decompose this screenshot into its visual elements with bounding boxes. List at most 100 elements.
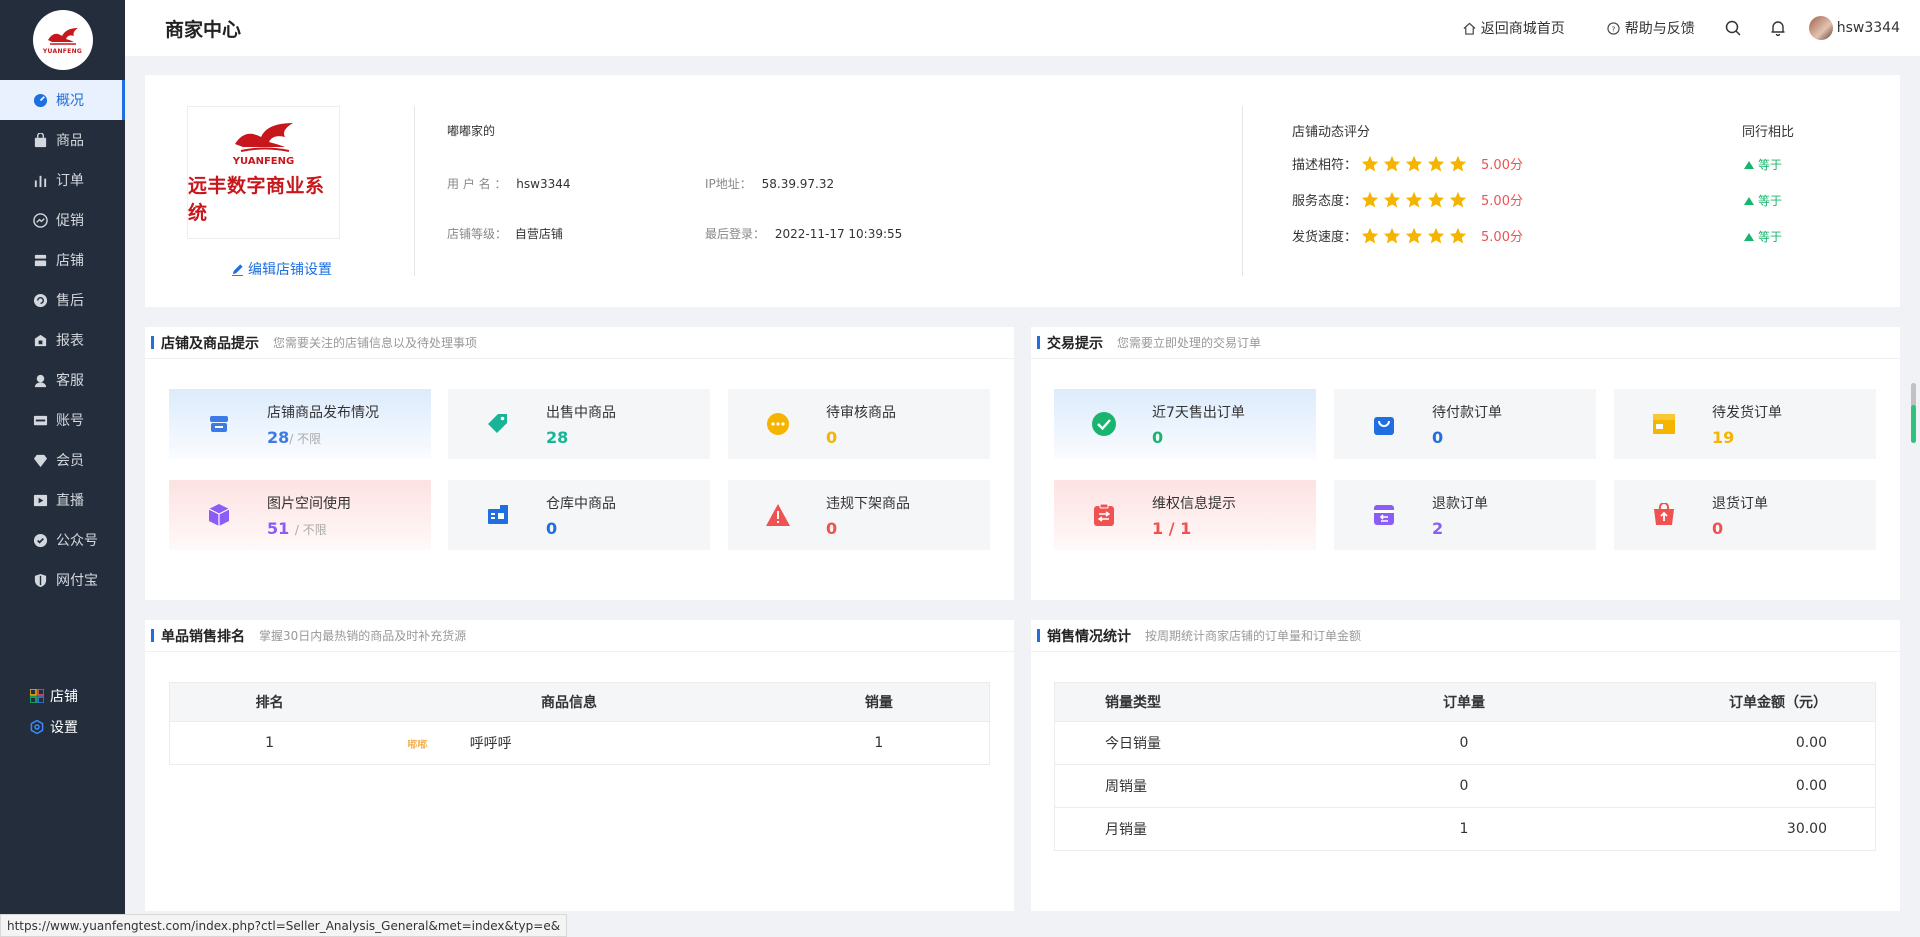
card-pending-review[interactable]: 待审核商品 0 bbox=[728, 389, 990, 459]
pegasus-logo-icon bbox=[234, 123, 293, 152]
return-cart-icon bbox=[1650, 501, 1678, 529]
trade-tips-panel: 交易提示 您需要立即处理的交易订单 近7天售出订单 0 待付款订单 0 待发货订… bbox=[1031, 327, 1900, 600]
card-pending-payment[interactable]: 待付款订单 0 bbox=[1334, 389, 1596, 459]
sidebar-bottom-settings[interactable]: 设置 bbox=[0, 711, 125, 742]
last-login-label: 最后登录： bbox=[705, 227, 766, 241]
sidebar-item-label: 报表 bbox=[56, 333, 84, 349]
card-value: 51 bbox=[267, 518, 290, 538]
rating-row-service: 服务态度： 5.00分 bbox=[1292, 190, 1523, 209]
sales-type-cell: 今日销量 bbox=[1054, 721, 1325, 765]
section-accent-bar bbox=[151, 629, 154, 642]
tag-icon bbox=[484, 410, 512, 438]
sidebar: YUANFENG 概况 商品 订单 促销 店铺 售后 报表 客服 账号 会员 直… bbox=[0, 0, 125, 937]
star-icon bbox=[1427, 191, 1445, 207]
star-rating bbox=[1361, 191, 1471, 209]
sidebar-item-label: 售后 bbox=[56, 293, 84, 309]
card-violation[interactable]: 违规下架商品 0 bbox=[728, 480, 990, 550]
star-icon bbox=[1427, 227, 1445, 243]
section-desc: 您需要立即处理的交易订单 bbox=[1117, 336, 1262, 350]
sales-cell: 1 bbox=[768, 721, 990, 765]
bell-icon[interactable] bbox=[1771, 20, 1785, 36]
rating-label: 服务态度： bbox=[1292, 194, 1358, 209]
search-icon[interactable] bbox=[1725, 20, 1741, 36]
sidebar-item-report[interactable]: 报表 bbox=[0, 320, 125, 360]
sidebar-item-store[interactable]: 店铺 bbox=[0, 240, 125, 280]
edit-shop-settings-label: 编辑店铺设置 bbox=[248, 262, 332, 278]
user-menu[interactable]: hsw3344 bbox=[1808, 16, 1900, 40]
help-feedback-link[interactable]: ? 帮助与反馈 bbox=[1607, 18, 1695, 38]
table-header-row: 销量类型 订单量 订单金额（元） bbox=[1054, 682, 1876, 722]
section-header: 店铺及商品提示 您需要关注的店铺信息以及待处理事项 bbox=[145, 327, 1014, 359]
grid-icon bbox=[30, 688, 44, 703]
username-value: hsw3344 bbox=[516, 177, 571, 191]
edit-shop-settings-link[interactable]: 编辑店铺设置 bbox=[231, 259, 332, 279]
rating-label: 描述相符： bbox=[1292, 158, 1358, 173]
table-row[interactable]: 1 嘟嘟 呼呼呼 1 bbox=[169, 721, 990, 765]
package-icon bbox=[1650, 410, 1678, 438]
compare-value: 等于 bbox=[1758, 194, 1783, 208]
brand-logo[interactable]: YUANFENG bbox=[32, 10, 93, 70]
card-sub: / 不限 bbox=[294, 522, 327, 537]
product-name[interactable]: 呼呼呼 bbox=[470, 736, 512, 752]
card-value: 0 bbox=[826, 518, 838, 538]
card-image-space[interactable]: 图片空间使用 51 / 不限 bbox=[169, 480, 431, 550]
card-title: 出售中商品 bbox=[546, 404, 616, 421]
section-accent-bar bbox=[1037, 629, 1040, 642]
card-return-orders[interactable]: 退货订单 0 bbox=[1614, 480, 1876, 550]
rating-label: 发货速度： bbox=[1292, 230, 1358, 245]
sidebar-item-account[interactable]: 账号 bbox=[0, 400, 125, 440]
sidebar-item-label: 公众号 bbox=[56, 533, 98, 549]
ip-label: IP地址： bbox=[705, 177, 752, 191]
compare-value: 等于 bbox=[1758, 230, 1783, 244]
sidebar-item-member[interactable]: 会员 bbox=[0, 440, 125, 480]
compare-description: 等于 bbox=[1744, 156, 1782, 173]
aftersale-icon bbox=[32, 292, 48, 308]
card-rights-info[interactable]: 维权信息提示 1 / 1 bbox=[1054, 480, 1316, 550]
order-amount-cell: 0.00 bbox=[1603, 721, 1876, 765]
star-icon bbox=[1449, 155, 1467, 171]
card-sold-7days[interactable]: 近7天售出订单 0 bbox=[1054, 389, 1316, 459]
account-icon bbox=[32, 412, 48, 428]
card-value: 28 bbox=[546, 427, 569, 447]
sidebar-item-wangfubao[interactable]: 网付宝 bbox=[0, 560, 125, 600]
ip-value: 58.39.97.32 bbox=[761, 177, 835, 191]
compare-value: 等于 bbox=[1758, 158, 1783, 172]
home-icon bbox=[1463, 22, 1476, 35]
section-header: 销售情况统计 按周期统计商家店铺的订单量和订单金额 bbox=[1031, 620, 1900, 652]
star-icon bbox=[1383, 227, 1401, 243]
star-icon bbox=[1427, 155, 1445, 171]
help-feedback-label: 帮助与反馈 bbox=[1624, 21, 1695, 37]
card-shop-products[interactable]: 店铺商品发布情况 28/ 不限 bbox=[169, 389, 431, 459]
sidebar-item-overview[interactable]: 概况 bbox=[0, 80, 125, 120]
card-title: 图片空间使用 bbox=[267, 495, 351, 512]
card-title: 近7天售出订单 bbox=[1152, 404, 1245, 421]
star-icon bbox=[1405, 155, 1423, 171]
sidebar-item-official-account[interactable]: 公众号 bbox=[0, 520, 125, 560]
sidebar-bottom-store[interactable]: 店铺 bbox=[0, 680, 125, 711]
card-warehouse[interactable]: 仓库中商品 0 bbox=[448, 480, 710, 550]
rank-cell: 1 bbox=[169, 721, 370, 765]
card-pending-shipment[interactable]: 待发货订单 19 bbox=[1614, 389, 1876, 459]
sidebar-item-products[interactable]: 商品 bbox=[0, 120, 125, 160]
sidebar-item-live[interactable]: 直播 bbox=[0, 480, 125, 520]
sidebar-item-customer-service[interactable]: 客服 bbox=[0, 360, 125, 400]
back-home-link[interactable]: 返回商城首页 bbox=[1463, 18, 1565, 38]
card-refund-orders[interactable]: 退款订单 2 bbox=[1334, 480, 1596, 550]
rating-score: 5.00分 bbox=[1481, 158, 1523, 173]
diamond-icon bbox=[32, 452, 48, 468]
sidebar-item-orders[interactable]: 订单 bbox=[0, 160, 125, 200]
rating-row-shipping: 发货速度： 5.00分 bbox=[1292, 226, 1523, 245]
warehouse-icon bbox=[484, 501, 512, 529]
rating-row-description: 描述相符： 5.00分 bbox=[1292, 154, 1523, 173]
section-title: 交易提示 bbox=[1047, 335, 1103, 352]
sidebar-item-promotion[interactable]: 促销 bbox=[0, 200, 125, 240]
card-title: 退款订单 bbox=[1432, 495, 1488, 512]
sidebar-item-aftersale[interactable]: 售后 bbox=[0, 280, 125, 320]
level-value: 自营店铺 bbox=[514, 227, 563, 241]
sidebar-bottom-label: 设置 bbox=[50, 719, 78, 736]
product-cell: 嘟嘟 呼呼呼 bbox=[369, 721, 769, 765]
card-value: 28 bbox=[267, 427, 290, 447]
shop-tips-panel: 店铺及商品提示 您需要关注的店铺信息以及待处理事项 店铺商品发布情况 28/ 不… bbox=[145, 327, 1014, 600]
card-on-sale[interactable]: 出售中商品 28 bbox=[448, 389, 710, 459]
sales-type-cell: 周销量 bbox=[1054, 764, 1325, 808]
